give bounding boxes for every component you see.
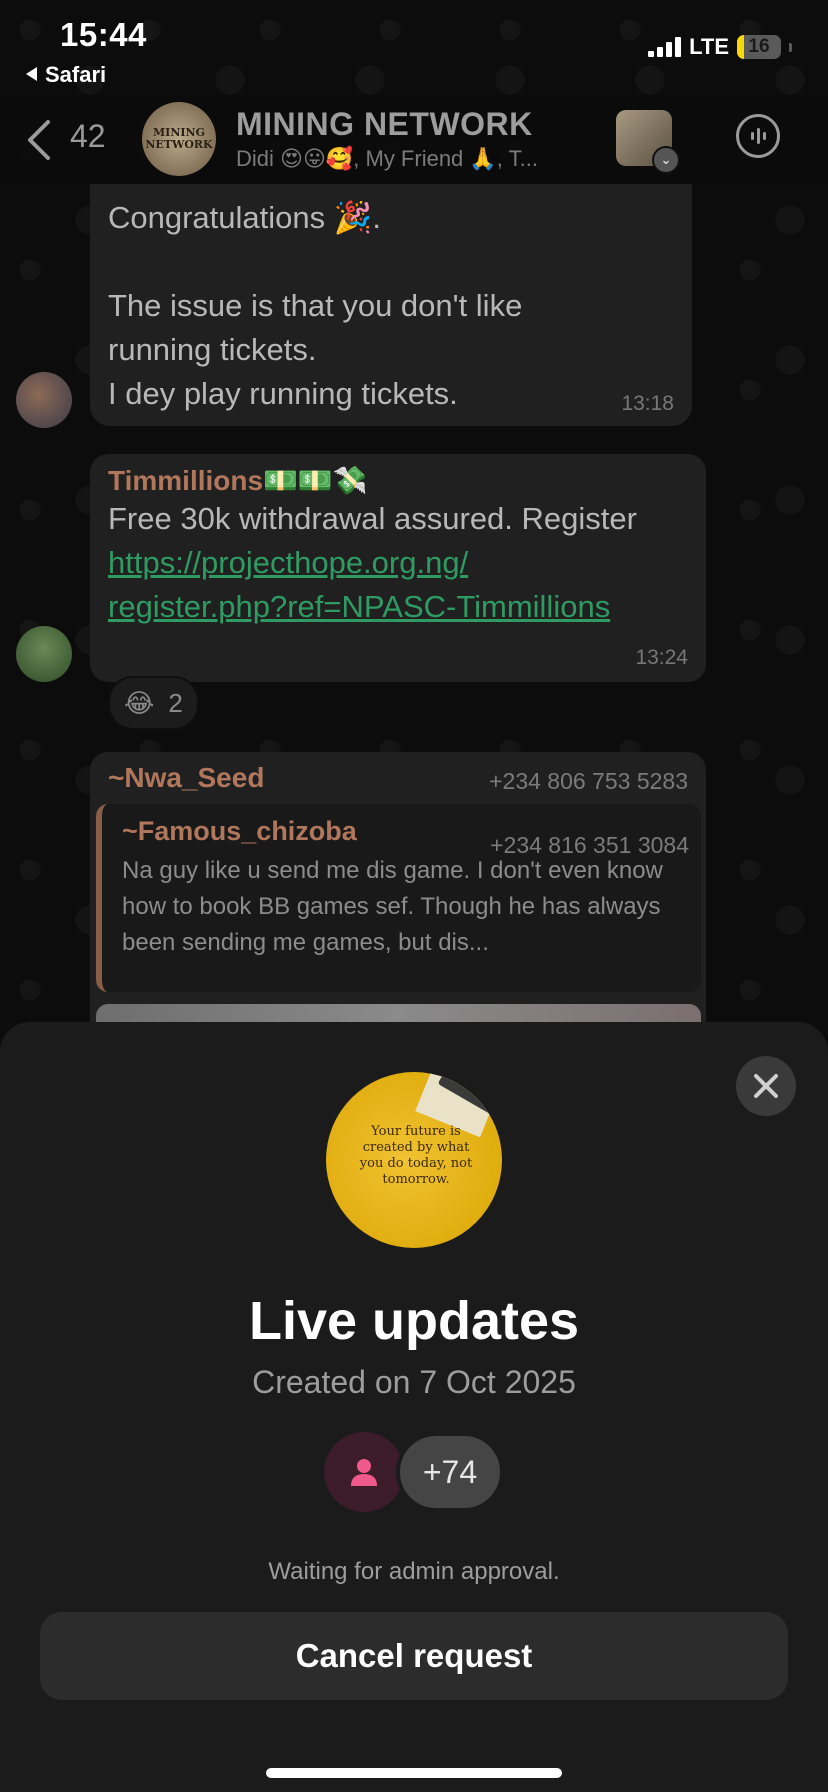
message-text: Free 30k withdrawal assured. Register <box>108 501 637 536</box>
network-type: LTE <box>689 34 729 59</box>
message-line: running tickets. <box>108 332 317 367</box>
community-image-text: Your future is created by what you do to… <box>359 1124 473 1187</box>
quoted-text: Na guy like u send me dis game. I don't … <box>122 857 663 956</box>
signal-icon <box>648 37 682 57</box>
member-count-badge[interactable]: +74 <box>396 1432 504 1512</box>
group-avatar[interactable]: MINING NETWORK <box>142 102 216 176</box>
status-indicators: LTE 16 <box>648 34 792 60</box>
message-bubble[interactable]: Timmillions💵💵💸 Free 30k withdrawal assur… <box>90 454 706 682</box>
back-to-app-link[interactable]: Safari <box>26 62 106 88</box>
member-icon <box>324 1432 404 1512</box>
sender-name[interactable]: ~Nwa_Seed <box>108 762 264 793</box>
quoted-sender-name: ~Famous_chizoba <box>122 816 357 846</box>
message-time: 13:18 <box>621 392 674 415</box>
created-date: Created on 7 Oct 2025 <box>252 1364 576 1400</box>
unread-count[interactable]: 42 <box>70 118 106 155</box>
message-link[interactable]: https://projecthope.org.ng/ <box>108 541 688 585</box>
voice-chat-icon[interactable] <box>736 114 780 158</box>
community-title: Live updates <box>248 1291 580 1351</box>
close-icon <box>754 1074 778 1098</box>
group-members-preview[interactable]: Didi 😍😛🥰, My Friend 🙏, T... <box>236 146 538 172</box>
message-bubble[interactable]: Congratulations 🎉. The issue is that you… <box>90 184 692 426</box>
laughing-emoji-icon: 😂 <box>124 687 155 718</box>
chevron-down-icon: ⌄ <box>652 146 680 174</box>
chevron-left-icon <box>28 120 50 160</box>
community-join-sheet: Your future is created by what you do to… <box>0 1022 828 1792</box>
avatar[interactable] <box>16 372 72 428</box>
message-line: The issue is that you don't like <box>108 288 523 323</box>
back-button[interactable] <box>22 118 62 162</box>
status-bar: 15:44 Safari LTE 16 <box>0 0 828 96</box>
message-time: 13:24 <box>635 646 688 669</box>
reaction-count: 2 <box>168 687 183 718</box>
battery-icon: 16 <box>737 35 781 59</box>
group-media-thumbnail[interactable]: ⌄ <box>616 110 680 174</box>
person-icon <box>351 1459 377 1486</box>
reaction-chip[interactable]: 😂 2 <box>108 676 199 730</box>
status-time: 15:44 <box>60 16 147 53</box>
back-app-label: Safari <box>45 62 107 87</box>
message-line: Congratulations 🎉. <box>108 200 381 235</box>
group-name[interactable]: MINING NETWORK <box>236 106 533 143</box>
cancel-request-button[interactable]: Cancel request <box>40 1612 788 1700</box>
home-indicator[interactable] <box>266 1768 562 1778</box>
battery-tip <box>789 42 792 52</box>
sender-name[interactable]: Timmillions💵💵💸 <box>108 464 688 497</box>
chat-header: 42 MINING NETWORK MINING NETWORK Didi 😍😛… <box>0 96 828 184</box>
message-link[interactable]: register.php?ref=NPASC-Timmillions <box>108 585 688 629</box>
avatar[interactable] <box>16 626 72 682</box>
battery-level: 16 <box>748 36 770 57</box>
approval-status: Waiting for admin approval. <box>268 1558 560 1585</box>
sender-phone: +234 806 753 5283 <box>489 768 688 794</box>
close-button[interactable] <box>736 1056 796 1116</box>
quoted-message[interactable]: ~Famous_chizoba +234 816 351 3084 Na guy… <box>96 804 701 992</box>
message-line <box>108 240 674 284</box>
message-line: I dey play running tickets. <box>108 376 458 411</box>
community-image: Your future is created by what you do to… <box>326 1072 502 1248</box>
back-triangle-icon <box>26 67 37 81</box>
quoted-sender-phone: +234 816 351 3084 <box>490 832 689 858</box>
